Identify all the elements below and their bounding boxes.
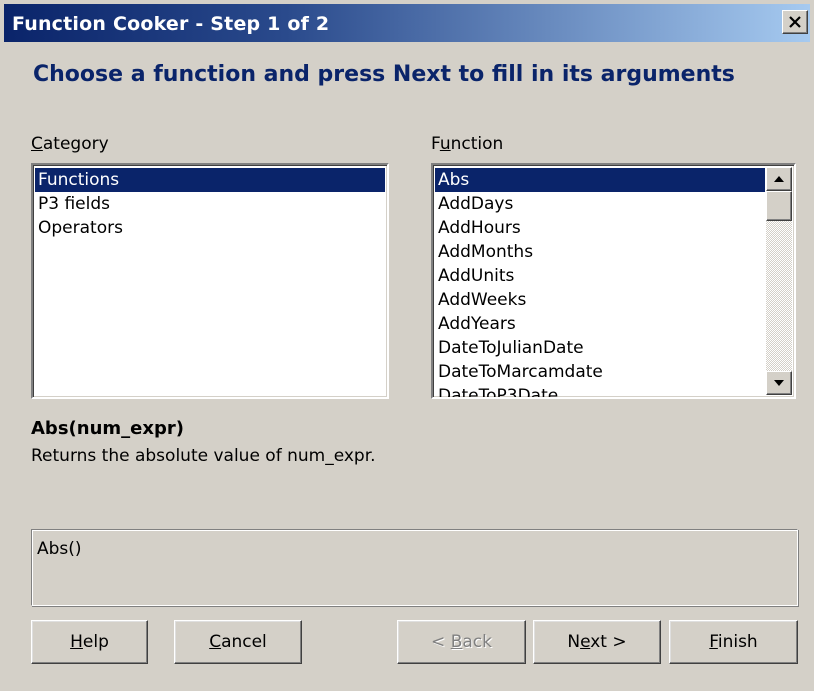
instruction-heading: Choose a function and press Next to fill… xyxy=(33,62,735,87)
category-item-operators[interactable]: Operators xyxy=(35,216,385,240)
category-label-rest: ategory xyxy=(42,134,109,154)
function-label: Function xyxy=(431,134,503,154)
finish-button[interactable]: Finish xyxy=(669,620,798,664)
function-item-datetop3date[interactable]: DateToP3Date xyxy=(435,384,765,397)
scroll-down-button[interactable] xyxy=(766,371,792,395)
down-arrow-icon xyxy=(774,380,784,386)
title-bar[interactable]: Function Cooker - Step 1 of 2 xyxy=(4,4,810,42)
function-listbox[interactable]: Abs AddDays AddHours AddMonths AddUnits AddWe… xyxy=(431,163,796,399)
back-button[interactable]: < Back xyxy=(397,620,526,664)
category-listbox[interactable]: Functions P3 fields Operators xyxy=(31,163,389,399)
back-pre: < xyxy=(431,632,451,652)
function-item-datetomarcamdate[interactable]: DateToMarcamdate xyxy=(435,360,765,384)
next-pre: N xyxy=(567,632,581,652)
back-rest: ack xyxy=(462,632,492,652)
function-item-addmonths[interactable]: AddMonths xyxy=(435,240,765,264)
category-item-p3-fields[interactable]: P3 fields xyxy=(35,192,385,216)
cancel-rest: ancel xyxy=(221,632,267,652)
help-hotkey: H xyxy=(70,632,83,652)
help-rest: elp xyxy=(82,632,109,652)
finish-hotkey: F xyxy=(709,632,718,652)
function-item-abs[interactable]: Abs xyxy=(435,168,765,192)
up-arrow-icon xyxy=(774,176,784,182)
function-items: Abs AddDays AddHours AddMonths AddUnits AddWe… xyxy=(433,165,765,397)
next-button[interactable]: Next > xyxy=(533,620,661,664)
category-label-hotkey: C xyxy=(31,134,43,154)
expression-text: Abs() xyxy=(37,539,82,559)
back-hotkey: B xyxy=(450,632,463,652)
help-button[interactable]: Help xyxy=(31,620,148,664)
cancel-button[interactable]: Cancel xyxy=(174,620,302,664)
function-description: Returns the absolute value of num_expr. xyxy=(31,446,376,466)
scroll-thumb[interactable] xyxy=(766,191,792,221)
cancel-hotkey: C xyxy=(209,632,222,652)
function-item-datetojuliandate[interactable]: DateToJulianDate xyxy=(435,336,765,360)
scroll-up-button[interactable] xyxy=(766,167,792,191)
function-label-rest: nction xyxy=(450,134,504,154)
close-icon xyxy=(789,16,801,28)
category-items: Functions P3 fields Operators xyxy=(33,165,387,240)
close-button[interactable] xyxy=(782,10,808,34)
category-item-functions[interactable]: Functions xyxy=(35,168,385,192)
finish-rest: inish xyxy=(717,632,758,652)
function-scrollbar[interactable] xyxy=(766,167,792,395)
function-label-hotkey: u xyxy=(439,134,451,154)
category-label: Category xyxy=(31,134,109,154)
function-item-addyears[interactable]: AddYears xyxy=(435,312,765,336)
function-item-adddays[interactable]: AddDays xyxy=(435,192,765,216)
function-cooker-dialog: Function Cooker - Step 1 of 2 Choose a f… xyxy=(0,0,814,691)
next-rest: xt > xyxy=(590,632,627,652)
function-item-addweeks[interactable]: AddWeeks xyxy=(435,288,765,312)
next-hotkey: e xyxy=(580,632,591,652)
window-title: Function Cooker - Step 1 of 2 xyxy=(12,13,330,35)
function-item-addhours[interactable]: AddHours xyxy=(435,216,765,240)
function-signature: Abs(num_expr) xyxy=(31,418,184,439)
expression-preview: Abs() xyxy=(31,529,798,606)
function-label-pre: F xyxy=(431,134,440,154)
function-item-addunits[interactable]: AddUnits xyxy=(435,264,765,288)
